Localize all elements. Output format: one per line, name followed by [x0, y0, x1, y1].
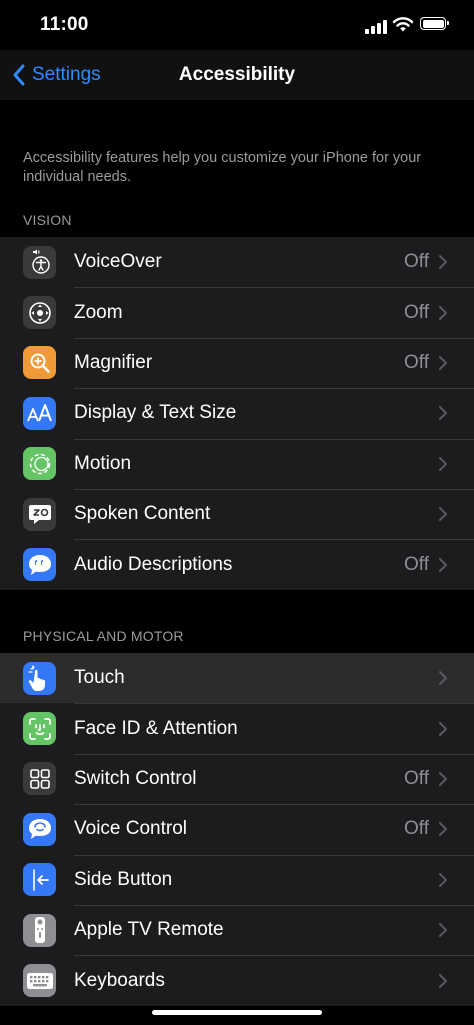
- chevron-right-icon: [439, 406, 447, 421]
- row-zoom[interactable]: Zoom Off: [0, 287, 474, 337]
- row-label: Audio Descriptions: [74, 553, 233, 575]
- chevron-right-icon: [439, 507, 447, 522]
- chevron-right-icon: [439, 923, 447, 938]
- section-header-physical-motor: PHYSICAL AND MOTOR: [23, 628, 184, 644]
- row-label: Spoken Content: [74, 503, 211, 525]
- voiceover-icon: [23, 245, 56, 279]
- text-size-icon: [23, 396, 56, 430]
- settings-group-physical-motor: Touch Face ID & Attention Switch Control…: [0, 653, 474, 1006]
- row-value: Off: [404, 301, 429, 323]
- chevron-right-icon: [439, 255, 447, 270]
- navigation-bar: Settings Accessibility: [0, 50, 474, 100]
- touch-icon: [23, 661, 56, 695]
- voice-control-icon: [23, 812, 56, 846]
- row-value: Off: [404, 818, 429, 840]
- row-value: Off: [404, 351, 429, 373]
- row-label: Face ID & Attention: [74, 717, 238, 739]
- row-side-button[interactable]: Side Button: [0, 854, 474, 905]
- chevron-right-icon: [439, 822, 447, 837]
- chevron-right-icon: [439, 671, 447, 686]
- apple-tv-remote-icon: [23, 913, 56, 947]
- home-indicator[interactable]: [152, 1010, 322, 1015]
- intro-text: Accessibility features help you customiz…: [23, 150, 422, 185]
- status-bar: 11:00: [0, 0, 474, 50]
- row-label: Zoom: [74, 301, 123, 323]
- row-label: Voice Control: [74, 818, 188, 840]
- chevron-right-icon: [439, 721, 447, 736]
- row-switch-control[interactable]: Switch Control Off: [0, 753, 474, 804]
- row-display-text-size[interactable]: Display & Text Size: [0, 388, 474, 438]
- chevron-right-icon: [439, 305, 447, 320]
- row-touch[interactable]: Touch: [0, 653, 474, 704]
- chevron-right-icon: [439, 973, 447, 988]
- chevron-right-icon: [439, 557, 447, 572]
- row-spoken-content[interactable]: Spoken Content: [0, 488, 474, 539]
- status-time: 11:00: [40, 14, 89, 35]
- row-label: Apple TV Remote: [74, 919, 224, 941]
- row-label: Switch Control: [74, 767, 197, 789]
- row-motion[interactable]: Motion: [0, 438, 474, 489]
- zoom-icon: [23, 296, 56, 330]
- keyboard-icon: [23, 964, 56, 998]
- row-label: Side Button: [74, 868, 173, 890]
- row-face-id-attention[interactable]: Face ID & Attention: [0, 703, 474, 753]
- chevron-right-icon: [439, 872, 447, 887]
- spoken-content-icon: [23, 497, 56, 531]
- switch-control-icon: [23, 762, 56, 796]
- row-voiceover[interactable]: VoiceOver Off: [0, 237, 474, 287]
- row-value: Off: [404, 767, 429, 789]
- cellular-signal-icon: [365, 18, 387, 34]
- row-magnifier[interactable]: Magnifier Off: [0, 337, 474, 388]
- side-button-icon: [23, 863, 56, 897]
- row-label: Display & Text Size: [74, 402, 237, 424]
- section-header-vision: VISION: [23, 212, 72, 228]
- row-label: Keyboards: [74, 969, 165, 991]
- magnifier-icon: [23, 346, 56, 380]
- chevron-right-icon: [439, 456, 447, 471]
- row-label: Magnifier: [74, 351, 153, 373]
- wifi-icon: [392, 17, 414, 32]
- motion-icon: [23, 447, 56, 481]
- row-value: Off: [404, 553, 429, 575]
- chevron-right-icon: [439, 355, 447, 370]
- row-value: Off: [404, 251, 429, 273]
- face-id-icon: [23, 712, 56, 746]
- row-label: Touch: [74, 667, 125, 689]
- row-label: Motion: [74, 452, 132, 474]
- row-voice-control[interactable]: Voice Control Off: [0, 804, 474, 854]
- row-apple-tv-remote[interactable]: Apple TV Remote: [0, 904, 474, 955]
- chevron-right-icon: [439, 771, 447, 786]
- battery-icon: [420, 17, 449, 30]
- page-title: Accessibility: [178, 64, 296, 85]
- settings-group-vision: VoiceOver Off Zoom Off Magnifier Off Dis…: [0, 237, 474, 590]
- audio-descriptions-icon: [23, 548, 56, 582]
- row-audio-descriptions[interactable]: Audio Descriptions Off: [0, 539, 474, 589]
- row-label: VoiceOver: [74, 251, 162, 273]
- row-keyboards[interactable]: Keyboards: [0, 955, 474, 1005]
